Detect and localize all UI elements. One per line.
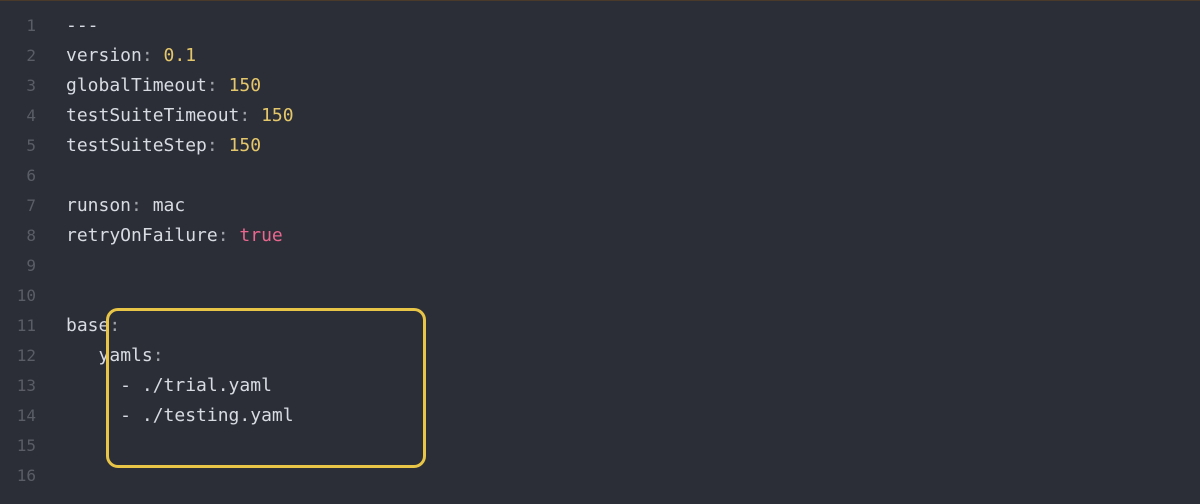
token: retryOnFailure	[66, 225, 218, 246]
code-line[interactable]	[66, 161, 1200, 191]
line-number: 12	[0, 341, 48, 371]
token: 150	[261, 105, 294, 126]
line-number: 14	[0, 401, 48, 431]
code-line[interactable]	[66, 461, 1200, 491]
token: :	[142, 45, 164, 66]
line-number: 15	[0, 431, 48, 461]
code-line[interactable]: testSuiteStep: 150	[66, 131, 1200, 161]
line-number: 1	[0, 11, 48, 41]
token: mac	[153, 195, 186, 216]
line-number: 13	[0, 371, 48, 401]
code-content[interactable]: ---version: 0.1globalTimeout: 150testSui…	[48, 1, 1200, 504]
token: runson	[66, 195, 131, 216]
token: -	[66, 375, 142, 396]
code-line[interactable]: ---	[66, 11, 1200, 41]
code-line[interactable]: yamls:	[66, 341, 1200, 371]
code-line[interactable]: version: 0.1	[66, 41, 1200, 71]
code-line[interactable]: - ./trial.yaml	[66, 371, 1200, 401]
token: ---	[66, 15, 99, 36]
token: 150	[229, 135, 262, 156]
token: yamls	[99, 345, 153, 366]
token: 0.1	[164, 45, 197, 66]
token: globalTimeout	[66, 75, 207, 96]
line-number: 6	[0, 161, 48, 191]
code-line[interactable]	[66, 251, 1200, 281]
token: :	[131, 195, 153, 216]
code-line[interactable]: - ./testing.yaml	[66, 401, 1200, 431]
code-line[interactable]: retryOnFailure: true	[66, 221, 1200, 251]
line-number-gutter: 12345678910111213141516	[0, 1, 48, 504]
token: version	[66, 45, 142, 66]
code-line[interactable]	[66, 281, 1200, 311]
code-line[interactable]: runson: mac	[66, 191, 1200, 221]
line-number: 2	[0, 41, 48, 71]
token: 150	[229, 75, 262, 96]
token: base	[66, 315, 109, 336]
token: testSuiteTimeout	[66, 105, 239, 126]
line-number: 10	[0, 281, 48, 311]
line-number: 16	[0, 461, 48, 491]
code-line[interactable]	[66, 431, 1200, 461]
line-number: 5	[0, 131, 48, 161]
code-line[interactable]: base:	[66, 311, 1200, 341]
token	[66, 345, 99, 366]
token: :	[207, 135, 229, 156]
line-number: 7	[0, 191, 48, 221]
token: :	[109, 315, 120, 336]
token: :	[153, 345, 164, 366]
token: :	[207, 75, 229, 96]
code-line[interactable]: globalTimeout: 150	[66, 71, 1200, 101]
token: ./testing.yaml	[142, 405, 294, 426]
line-number: 3	[0, 71, 48, 101]
line-number: 4	[0, 101, 48, 131]
code-line[interactable]: testSuiteTimeout: 150	[66, 101, 1200, 131]
token: true	[239, 225, 282, 246]
token: ./trial.yaml	[142, 375, 272, 396]
code-editor[interactable]: 12345678910111213141516 ---version: 0.1g…	[0, 0, 1200, 504]
token: :	[218, 225, 240, 246]
line-number: 8	[0, 221, 48, 251]
token: :	[239, 105, 261, 126]
token: -	[66, 405, 142, 426]
line-number: 9	[0, 251, 48, 281]
line-number: 11	[0, 311, 48, 341]
token: testSuiteStep	[66, 135, 207, 156]
